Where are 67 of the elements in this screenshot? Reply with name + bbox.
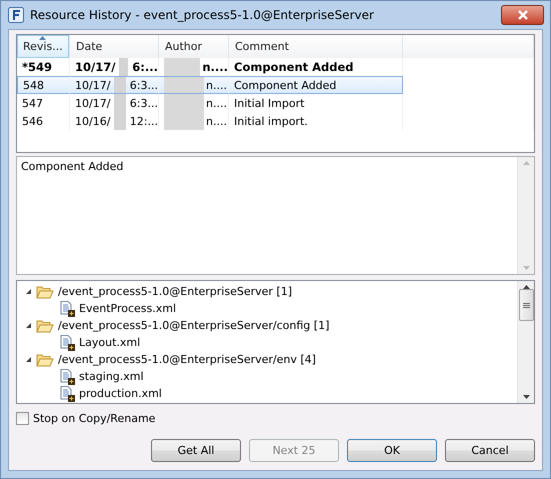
file-name[interactable]: staging.xml	[79, 370, 144, 383]
folder-icon	[36, 318, 54, 332]
redacted-block	[114, 77, 126, 93]
revision-cell: 547	[22, 96, 43, 110]
redacted-block	[164, 112, 204, 130]
file-name[interactable]: production.xml	[79, 387, 162, 400]
comment-text-area[interactable]: Component Added	[16, 156, 535, 275]
scroll-down-icon[interactable]	[522, 395, 530, 399]
redacted-block	[164, 77, 204, 93]
comment-cell: Component Added	[234, 78, 336, 92]
table-row[interactable]: 548	[17, 76, 70, 94]
xml-file-icon	[60, 368, 75, 384]
author-cell: n....	[206, 78, 227, 92]
redacted-block	[164, 58, 200, 76]
app-logo-icon	[8, 7, 24, 23]
folder-path[interactable]: /event_process5-1.0@EnterpriseServer/config [1]	[58, 319, 330, 332]
xml-file-icon	[60, 300, 75, 316]
expand-arrow-icon[interactable]	[25, 356, 32, 363]
checkbox-label: Stop on Copy/Rename	[33, 412, 156, 424]
redacted-block	[114, 94, 126, 112]
revision-cell: 548	[23, 78, 44, 92]
comment-text: Component Added	[20, 159, 124, 175]
scrollbar[interactable]	[517, 281, 534, 403]
date-cell: 10/17/	[75, 78, 110, 92]
date-cell: 6:3...	[130, 96, 158, 110]
xml-file-icon	[60, 334, 75, 350]
revision-cell: 546	[22, 114, 43, 128]
date-cell: 6:...	[132, 60, 158, 74]
revision-cell: *549	[22, 60, 52, 74]
close-button[interactable]	[501, 5, 544, 25]
date-cell: 10/16/	[75, 114, 110, 128]
date-cell: 10/17/	[75, 60, 116, 74]
expand-arrow-icon[interactable]	[25, 288, 32, 295]
column-header[interactable]: Revis...	[17, 35, 70, 58]
author-cell: n....	[206, 96, 227, 110]
date-cell: 12:...	[130, 114, 158, 128]
date-cell: 10/17/	[75, 96, 110, 110]
comment-cell: Initial import.	[234, 114, 308, 128]
dialog-button[interactable]: OK	[347, 439, 437, 462]
file-name[interactable]: Layout.xml	[79, 336, 140, 349]
folder-icon	[36, 284, 54, 298]
column-header[interactable]: Date	[70, 35, 159, 58]
comment-cell: Component Added	[234, 60, 354, 74]
xml-file-icon	[60, 386, 75, 402]
file-name[interactable]: EventProcess.xml	[79, 302, 176, 315]
redacted-block	[164, 94, 204, 112]
dialog-button[interactable]: Get All	[151, 439, 241, 462]
column-header[interactable]: Comment	[229, 35, 403, 58]
redacted-block	[114, 112, 126, 130]
dialog-button[interactable]: Cancel	[445, 439, 535, 462]
table-row[interactable]: 546	[17, 112, 70, 130]
window-title: Resource History - event_process5-1.0@EnterpriseServer	[30, 8, 375, 22]
close-icon	[516, 10, 528, 20]
date-cell: 6:3...	[130, 78, 158, 92]
column-header[interactable]: Author	[159, 35, 229, 58]
folder-path[interactable]: /event_process5-1.0@EnterpriseServer [1]	[58, 285, 292, 298]
redacted-block	[119, 58, 128, 76]
scrollbar-thumb[interactable]	[518, 289, 534, 321]
table-row[interactable]: 547	[17, 94, 70, 112]
checkbox[interactable]	[16, 412, 29, 424]
author-cell: n....	[202, 60, 228, 74]
author-cell: n....	[206, 114, 227, 128]
expand-arrow-icon[interactable]	[25, 322, 32, 329]
sort-arrow-icon	[39, 36, 46, 40]
folder-icon	[36, 352, 54, 366]
comment-cell: Initial Import	[234, 96, 304, 110]
folder-path[interactable]: /event_process5-1.0@EnterpriseServer/env [4]	[58, 353, 316, 366]
